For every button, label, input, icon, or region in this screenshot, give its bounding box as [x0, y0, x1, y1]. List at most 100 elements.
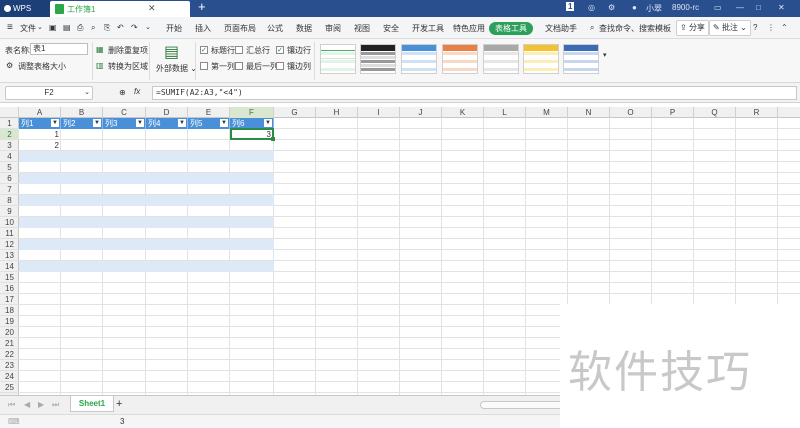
filter-dropdown-icon[interactable]: ▼ — [51, 119, 59, 127]
format-painter-icon[interactable]: ⎘ — [104, 23, 110, 33]
chevron-down-icon[interactable]: ⌄ — [37, 23, 43, 31]
avatar[interactable]: ● — [632, 3, 637, 12]
window-count-badge[interactable]: 1 — [566, 2, 575, 11]
column-header-A[interactable]: A — [19, 107, 61, 118]
menu-home[interactable]: 开始 — [166, 23, 182, 34]
header-row-checkbox[interactable]: ✓ — [200, 46, 208, 54]
table-header-cell[interactable]: 列4 ▼ — [146, 118, 188, 129]
macro-icon[interactable]: ⌨ — [8, 417, 20, 426]
open-icon[interactable]: ▤ — [63, 23, 71, 32]
settings-icon[interactable]: ⚙ — [608, 3, 615, 12]
row-header[interactable]: 20 — [0, 327, 19, 338]
column-header-K[interactable]: K — [442, 107, 484, 118]
column-header-R[interactable]: R — [736, 107, 778, 118]
name-box[interactable]: F2 ⌄ — [5, 86, 93, 100]
row-header[interactable]: 6 — [0, 173, 19, 184]
more-icon[interactable]: ⋮ — [767, 23, 775, 32]
add-sheet-button[interactable]: + — [116, 398, 122, 410]
hamburger-icon[interactable]: ≡ — [7, 22, 13, 33]
fill-handle[interactable] — [271, 137, 275, 141]
external-data-button[interactable]: 外部数据 ⌄ — [156, 63, 197, 74]
select-all-corner[interactable] — [0, 107, 19, 118]
table-header-cell[interactable]: 列3 ▼ — [103, 118, 146, 129]
menu-file[interactable]: 文件 — [20, 23, 36, 34]
share-button[interactable]: ⇪ 分享 — [676, 20, 709, 36]
styles-dropdown-icon[interactable]: ▾ — [603, 51, 607, 59]
menu-doc-helper[interactable]: 文档助手 — [545, 23, 577, 34]
column-header-N[interactable]: N — [568, 107, 610, 118]
print-icon[interactable]: ⎙ — [77, 23, 83, 33]
row-header[interactable]: 23 — [0, 360, 19, 371]
preview-icon[interactable]: ⌕ — [91, 23, 95, 33]
column-header-O[interactable]: O — [610, 107, 652, 118]
column-header-B[interactable]: B — [61, 107, 103, 118]
row-header[interactable]: 3 — [0, 140, 19, 151]
menu-insert[interactable]: 插入 — [195, 23, 211, 34]
menu-developer[interactable]: 开发工具 — [412, 23, 444, 34]
column-header-C[interactable]: C — [103, 107, 146, 118]
column-header-F[interactable]: F — [230, 107, 274, 118]
row-header[interactable]: 5 — [0, 162, 19, 173]
next-sheet-icon[interactable]: ▶ — [38, 400, 44, 409]
row-header[interactable]: 17 — [0, 294, 19, 305]
row-header[interactable]: 15 — [0, 272, 19, 283]
help-button[interactable]: ? — [753, 23, 757, 32]
menu-features[interactable]: 特色应用 — [453, 23, 485, 34]
last-column-checkbox[interactable] — [235, 62, 243, 70]
zoom-icon[interactable]: ⊕ — [119, 88, 126, 97]
row-header[interactable]: 4 — [0, 151, 19, 162]
column-header-H[interactable]: H — [316, 107, 358, 118]
table-style-yellow[interactable] — [523, 44, 559, 74]
table-style-navy[interactable] — [563, 44, 599, 74]
remove-duplicates-button[interactable]: 删除重复项 — [108, 45, 148, 56]
table-header-cell[interactable]: 列2 ▼ — [61, 118, 103, 129]
new-tab-button[interactable]: + — [198, 0, 206, 14]
row-header[interactable]: 22 — [0, 349, 19, 360]
table-header-cell[interactable]: 列1 ▼ — [19, 118, 61, 129]
first-column-checkbox[interactable] — [200, 62, 208, 70]
skin-icon[interactable]: ◎ — [588, 3, 595, 12]
last-sheet-icon[interactable]: ⏭ — [52, 400, 59, 410]
row-header[interactable]: 19 — [0, 316, 19, 327]
prev-sheet-icon[interactable]: ◀ — [24, 400, 30, 409]
menu-review[interactable]: 审阅 — [325, 23, 341, 34]
insert-function-button[interactable]: fx — [134, 87, 140, 96]
menu-data[interactable]: 数据 — [296, 23, 312, 34]
row-header[interactable]: 11 — [0, 228, 19, 239]
comment-button[interactable]: ✎ 批注 ⌄ — [709, 20, 751, 36]
table-style-gray[interactable] — [483, 44, 519, 74]
row-header[interactable]: 21 — [0, 338, 19, 349]
filter-dropdown-icon[interactable]: ▼ — [178, 119, 186, 127]
chevron-down-icon[interactable]: ⌄ — [84, 87, 90, 99]
row-header[interactable]: 25 — [0, 382, 19, 393]
column-header-M[interactable]: M — [526, 107, 568, 118]
menu-security[interactable]: 安全 — [383, 23, 399, 34]
horizontal-scrollbar[interactable] — [480, 401, 570, 409]
table-style-black[interactable] — [360, 44, 396, 74]
filter-dropdown-icon[interactable]: ▼ — [264, 119, 272, 127]
total-row-checkbox[interactable] — [235, 46, 243, 54]
table-style-blue[interactable] — [401, 44, 437, 74]
user-name[interactable]: 小翠 — [646, 3, 662, 14]
row-header[interactable]: 13 — [0, 250, 19, 261]
column-header-J[interactable]: J — [400, 107, 442, 118]
column-header-D[interactable]: D — [146, 107, 188, 118]
banded-rows-checkbox[interactable]: ✓ — [276, 46, 284, 54]
row-header[interactable]: 16 — [0, 283, 19, 294]
quick-access-chevron-icon[interactable]: ⌄ — [145, 23, 151, 31]
table-header-cell[interactable]: 列5 ▼ — [188, 118, 230, 129]
command-search[interactable]: 查找命令、搜索模板 — [599, 23, 671, 34]
row-header[interactable]: 7 — [0, 184, 19, 195]
row-header[interactable]: 12 — [0, 239, 19, 250]
column-header-Q[interactable]: Q — [694, 107, 736, 118]
close-window-icon[interactable]: ✕ — [778, 3, 785, 12]
filter-dropdown-icon[interactable]: ▼ — [93, 119, 101, 127]
filter-dropdown-icon[interactable]: ▼ — [136, 119, 144, 127]
formula-input[interactable]: =SUMIF(A2:A3,"<4") — [152, 86, 797, 100]
table-style-green[interactable] — [320, 44, 356, 74]
banded-columns-checkbox[interactable] — [276, 62, 284, 70]
row-header[interactable]: 18 — [0, 305, 19, 316]
row-header[interactable]: 10 — [0, 217, 19, 228]
resize-table-button[interactable]: 调整表格大小 — [18, 61, 66, 72]
menu-view[interactable]: 视图 — [354, 23, 370, 34]
